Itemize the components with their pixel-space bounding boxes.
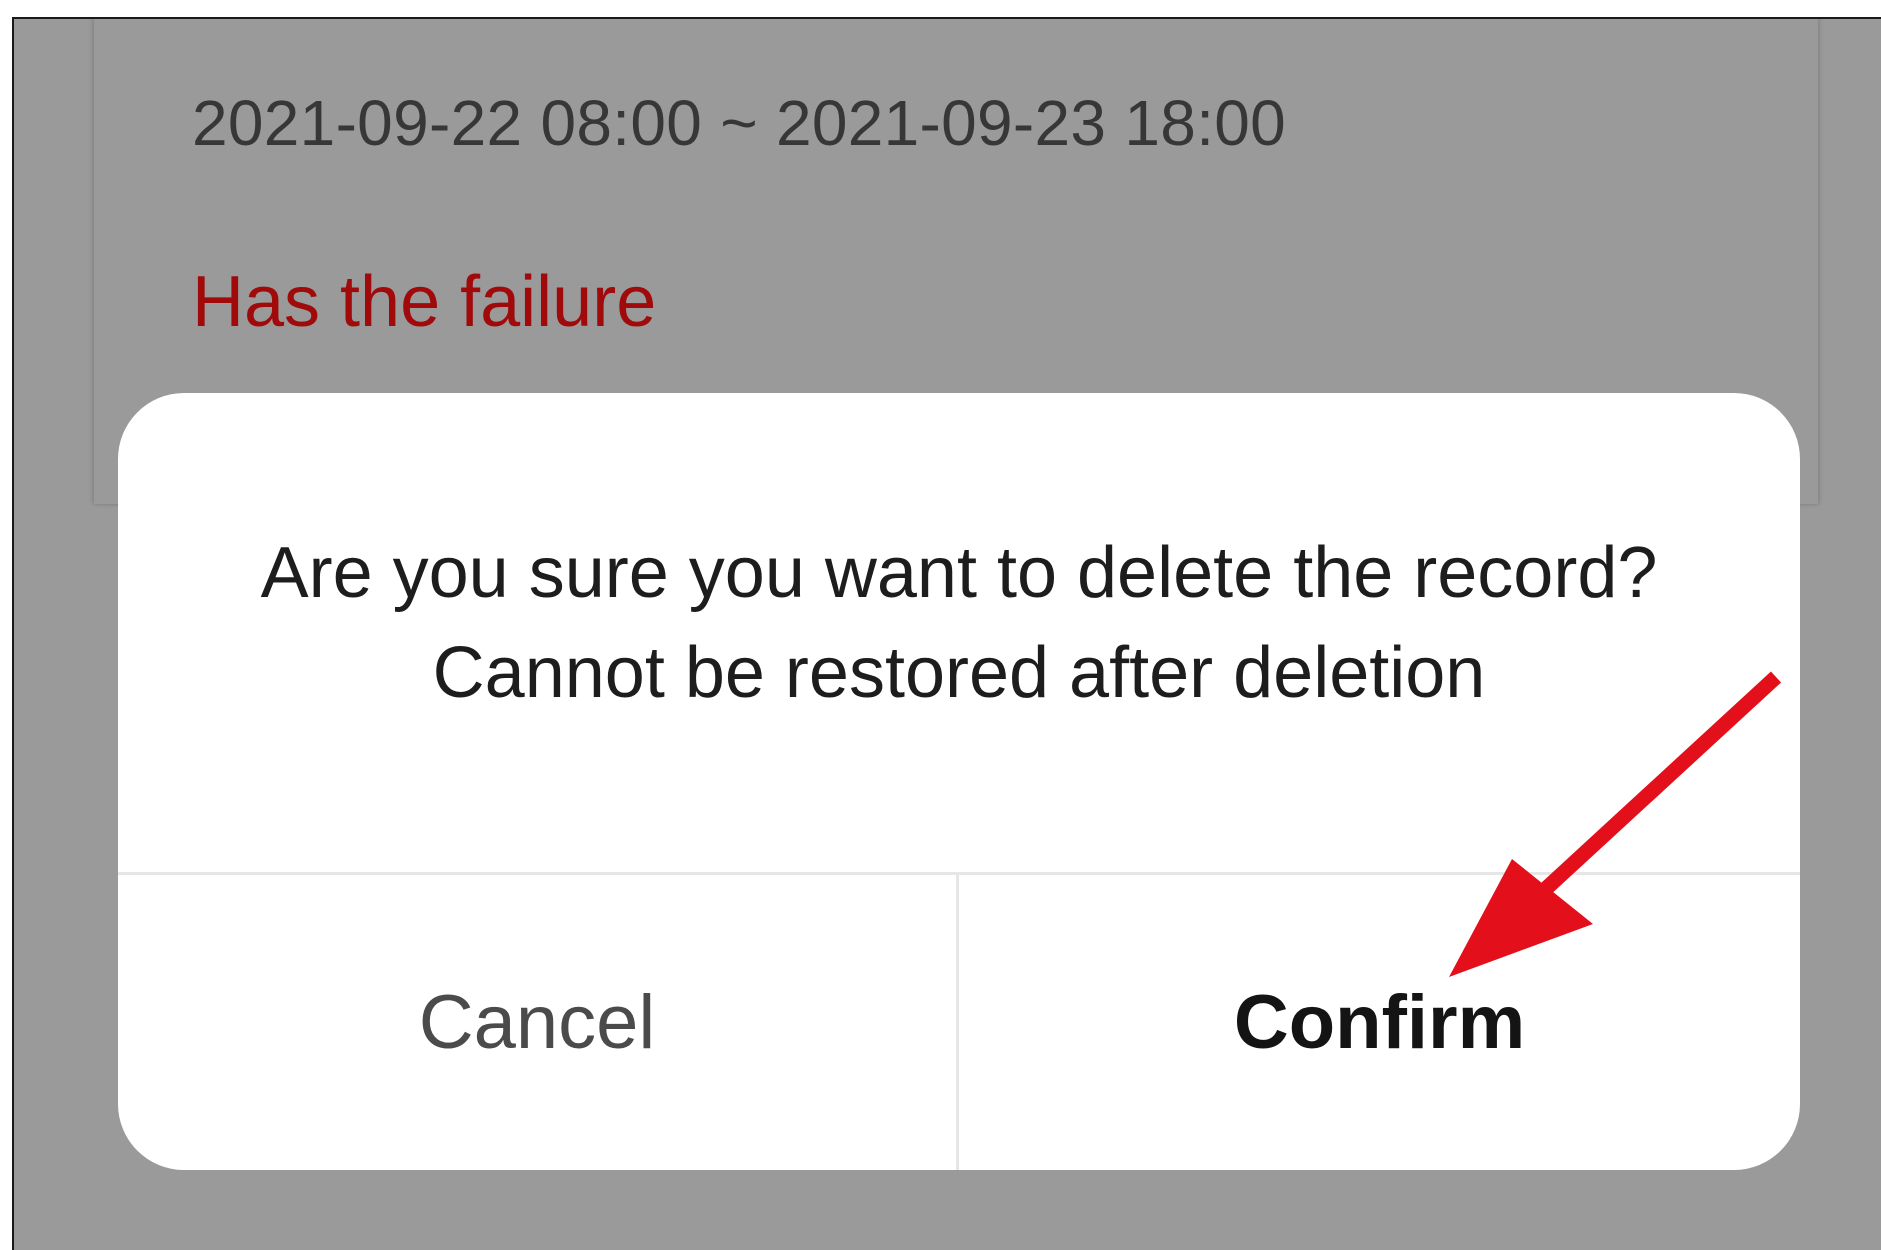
red-arrow-icon	[1449, 671, 1782, 977]
arrow-shaft	[1507, 671, 1782, 925]
screenshot-frame: 2021-09-22 08:00 ~ 2021-09-23 18:00 Has …	[12, 17, 1881, 1250]
arrow-head	[1449, 859, 1593, 977]
